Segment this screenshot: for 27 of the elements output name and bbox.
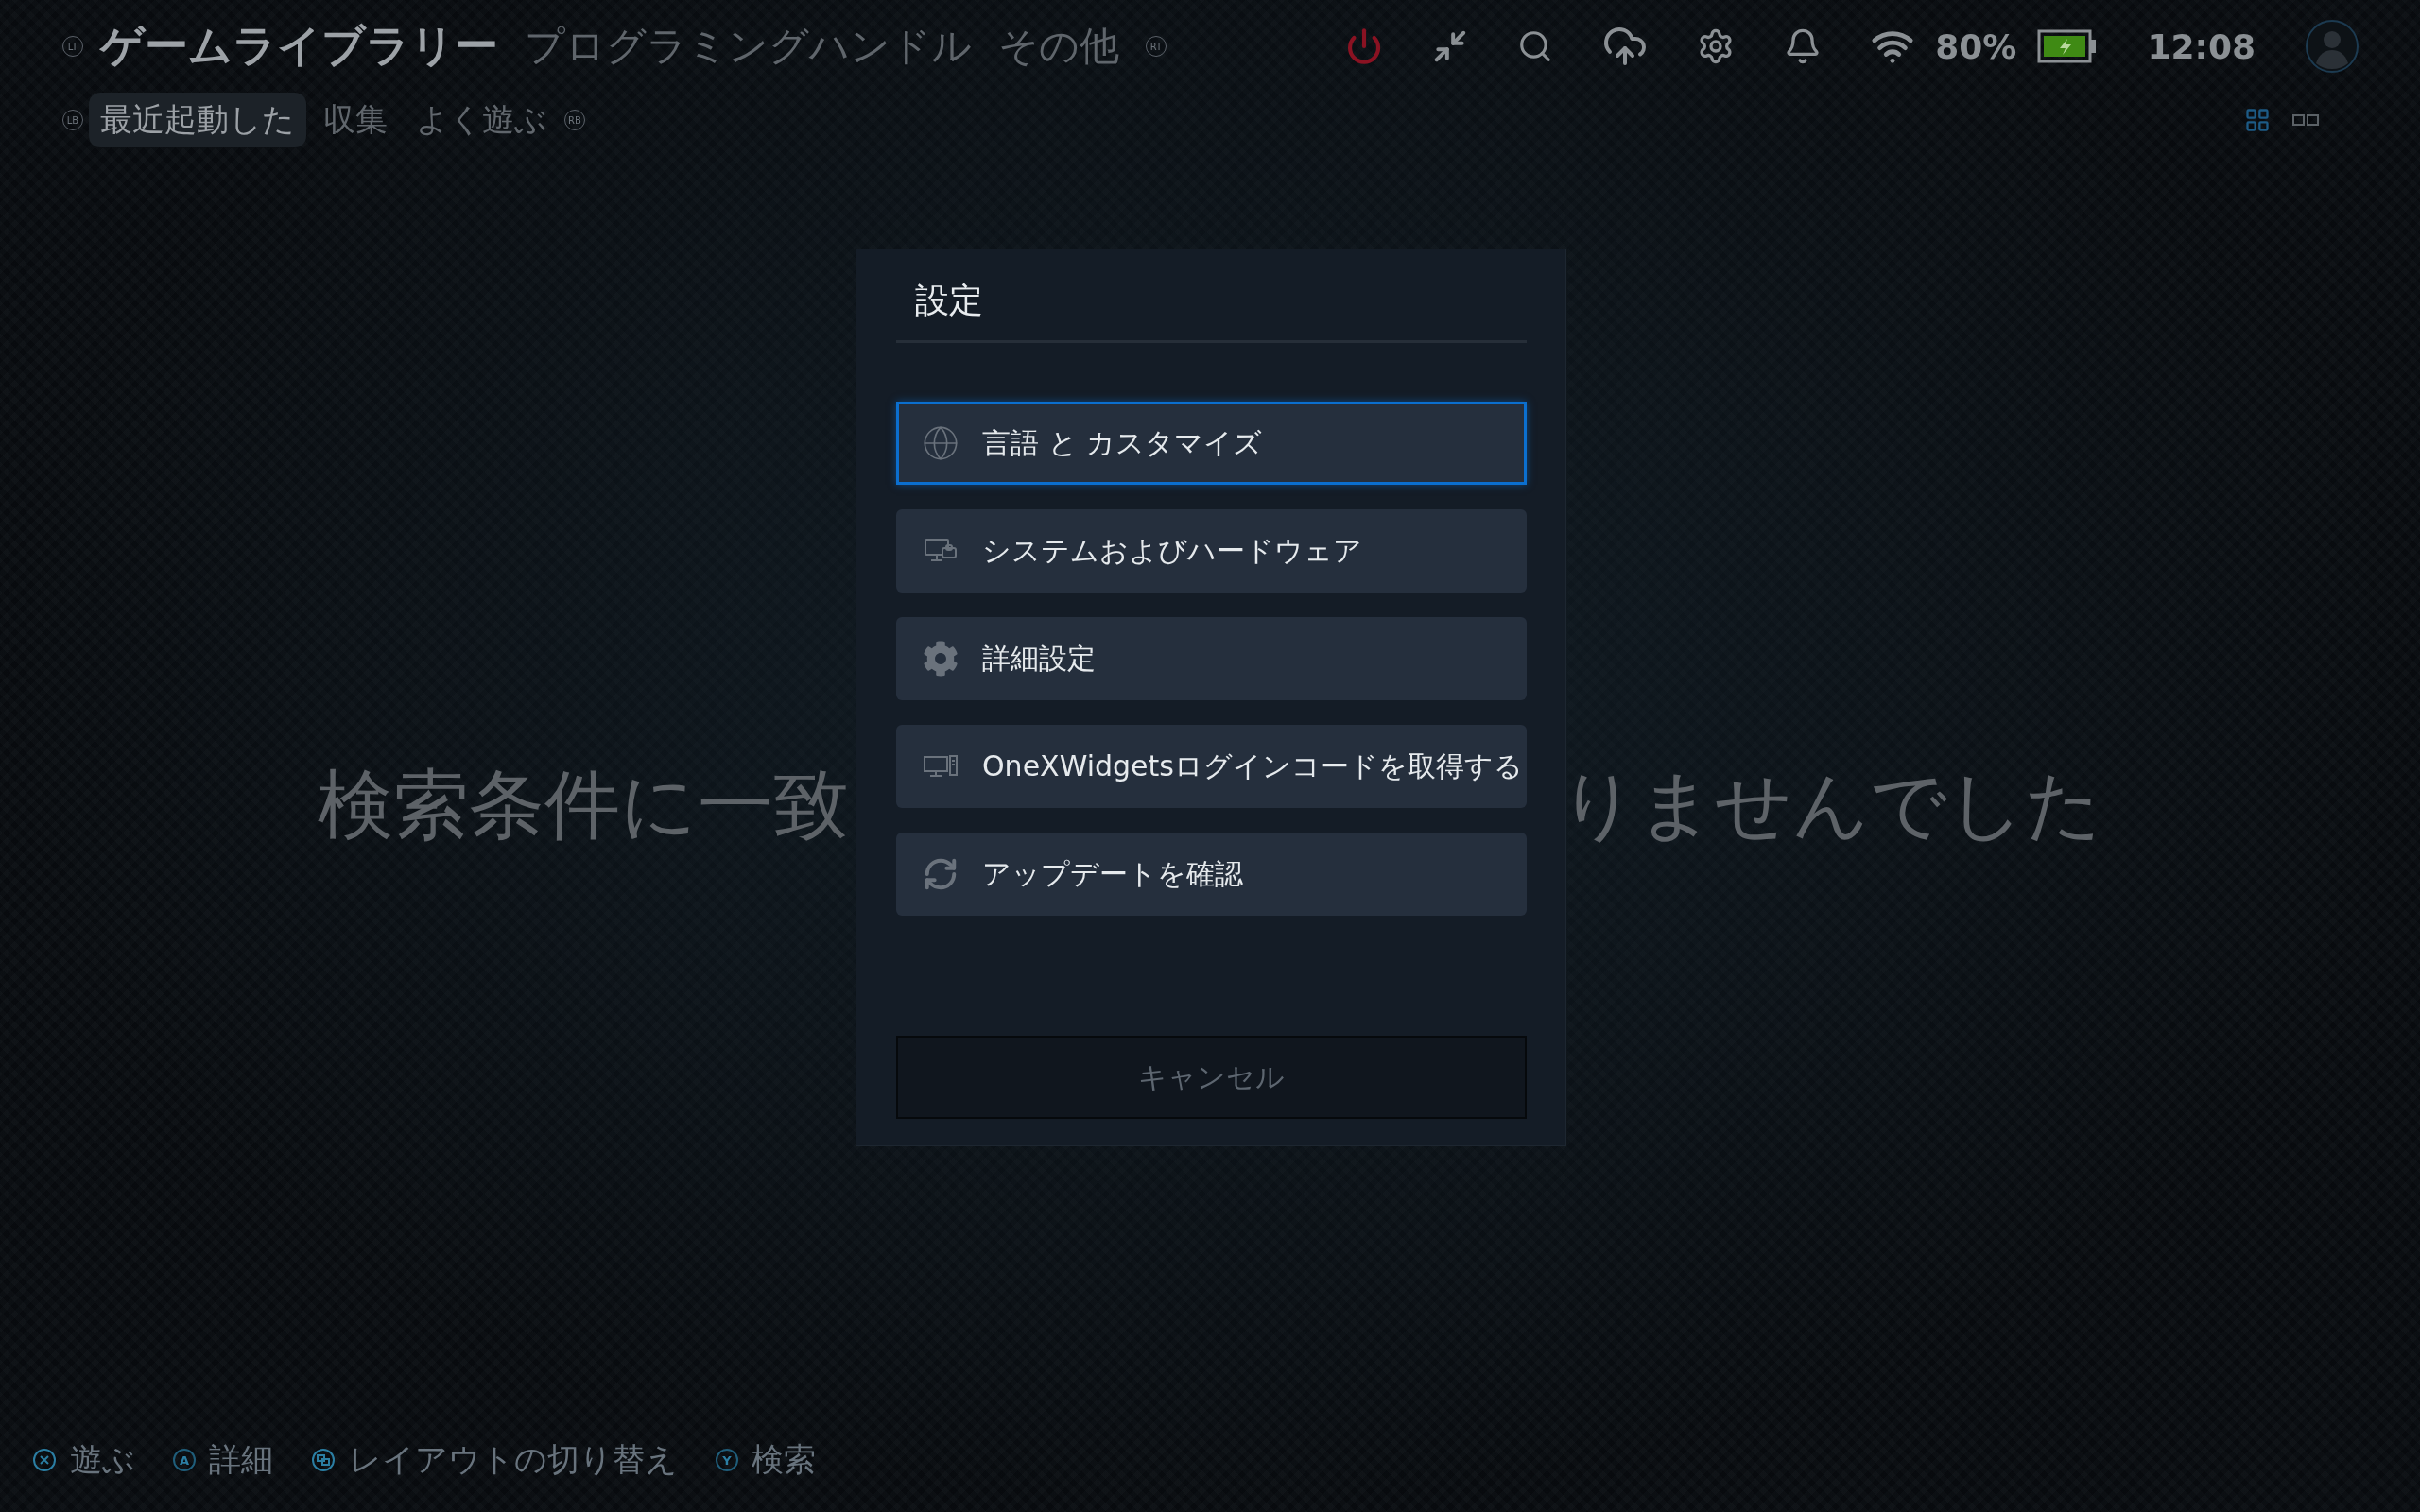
hint-label: 詳細 — [209, 1439, 273, 1480]
layout-button-icon — [311, 1448, 336, 1472]
monitor-icon — [923, 754, 959, 779]
empty-message: りませんでした — [1560, 760, 2102, 850]
settings-menu-item[interactable]: 言語 と カスタマイズ — [896, 402, 1527, 485]
gear-icon — [923, 641, 959, 677]
button-glyph: A — [173, 1449, 196, 1471]
list-view-button[interactable] — [2291, 112, 2320, 128]
empty-message: 検索条件に一致 — [318, 760, 849, 850]
battery-icon — [2037, 29, 2099, 63]
settings-menu-item[interactable]: システムおよびハードウェア — [896, 509, 1527, 593]
dialog-title: 設定 — [914, 280, 984, 321]
clock-time: 12:08 — [2147, 26, 2256, 66]
grid-view-button[interactable] — [2244, 107, 2271, 133]
settings-menu-item[interactable]: アップデートを確認 — [896, 833, 1527, 916]
settings-menu-item[interactable]: 詳細設定 — [896, 617, 1527, 700]
filter-tab[interactable]: 最近起動した — [89, 93, 306, 147]
hint-label: 検索 — [752, 1439, 816, 1480]
refresh-icon — [923, 856, 959, 892]
globe-icon — [922, 424, 959, 462]
hint-label: 遊ぶ — [70, 1439, 135, 1480]
hint-label: レイアウトの切り替え — [349, 1439, 678, 1480]
cross-button-icon — [32, 1448, 57, 1472]
library-tab[interactable]: ゲームライブラリー — [100, 17, 498, 76]
settings-menu-item[interactable]: OneXWidgetsログインコードを取得する — [896, 725, 1527, 808]
battery-percent: 80% — [1935, 26, 2017, 66]
button-glyph: Y — [716, 1449, 738, 1471]
